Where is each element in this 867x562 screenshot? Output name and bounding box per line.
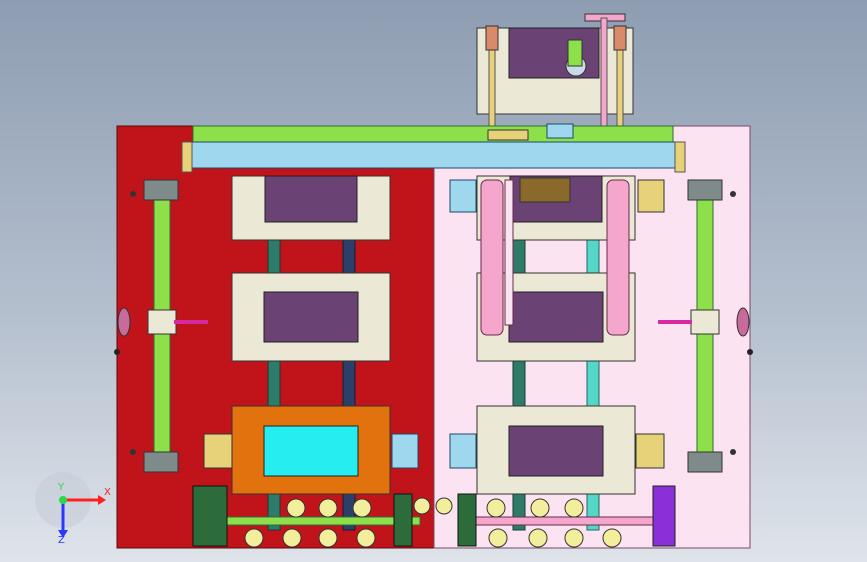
roller — [488, 528, 508, 548]
bolt-hole — [730, 191, 736, 197]
roller — [286, 498, 306, 518]
bolt-hole — [747, 349, 753, 355]
right-handle-bar — [658, 320, 692, 324]
top-rail-blue — [187, 141, 679, 169]
right-guide-cap-bottom — [687, 451, 723, 473]
y-axis-label: Y — [58, 482, 65, 493]
left-guide-mid-block — [147, 309, 177, 335]
top-fitting-right — [613, 25, 627, 51]
top-rail-tan-right — [674, 141, 686, 173]
left-carriage-bottom-window — [263, 425, 359, 477]
right-guide-cap-top — [687, 179, 723, 201]
top-rail-green — [192, 125, 674, 143]
rail-bracket — [487, 129, 529, 141]
right-carriage-middle-window — [508, 291, 604, 343]
bolt-hole — [130, 191, 136, 197]
left-guide-cap-top — [143, 179, 179, 201]
roller — [356, 528, 376, 548]
right-mid-bearing — [457, 493, 477, 547]
roller — [564, 498, 584, 518]
top-pink-rod — [600, 17, 608, 143]
cad-viewport[interactable]: X Y Z — [0, 0, 867, 562]
top-right-actuator — [637, 179, 665, 213]
left-bottom-shaft — [209, 516, 421, 526]
right-carriage-bottom-window — [508, 425, 604, 477]
right-bottom-shaft — [461, 516, 663, 526]
roller — [318, 498, 338, 518]
top-sensor-block — [567, 39, 583, 67]
mid-actuator-left — [391, 433, 419, 469]
left-mid-bearing — [393, 493, 413, 547]
top-vertical-rod-left — [488, 49, 496, 131]
left-carriage-middle-window — [263, 291, 359, 343]
coordinate-triad — [35, 472, 106, 538]
mid-actuator-right — [449, 433, 477, 469]
cylinder-left — [480, 179, 504, 336]
top-fitting-left — [485, 25, 499, 51]
roller — [318, 528, 338, 548]
x-axis-label: X — [104, 487, 111, 498]
roller — [602, 528, 622, 548]
bolt-hole — [114, 349, 120, 355]
left-bottom-bearing — [192, 485, 228, 547]
cylinder-rod — [504, 179, 514, 326]
roller — [528, 528, 548, 548]
cylinder-right — [606, 179, 630, 336]
left-handle-bar — [174, 320, 208, 324]
right-handwheel — [736, 307, 750, 337]
roller — [282, 528, 302, 548]
top-mid-actuator — [449, 179, 477, 213]
right-guide-mid-block — [690, 309, 720, 335]
right-bottom-bearing — [652, 485, 676, 547]
bolt-hole — [130, 449, 136, 455]
roller — [486, 498, 506, 518]
center-disc — [435, 497, 453, 515]
rail-clamp — [546, 123, 574, 139]
left-guide-cap-bottom — [143, 451, 179, 473]
top-drive-window — [508, 27, 600, 79]
roller — [244, 528, 264, 548]
roller — [564, 528, 584, 548]
roller — [530, 498, 550, 518]
left-side-actuator — [203, 433, 233, 469]
cylinder-head-block — [519, 177, 571, 203]
center-disc — [413, 497, 431, 515]
bolt-hole — [730, 449, 736, 455]
right-side-actuator — [635, 433, 665, 469]
left-carriage-top-window — [264, 175, 358, 223]
z-axis-label: Z — [58, 535, 65, 546]
roller — [352, 498, 372, 518]
top-rail-tan-left — [181, 141, 193, 173]
mechanism-drawing — [35, 13, 753, 549]
left-handwheel — [117, 307, 131, 337]
